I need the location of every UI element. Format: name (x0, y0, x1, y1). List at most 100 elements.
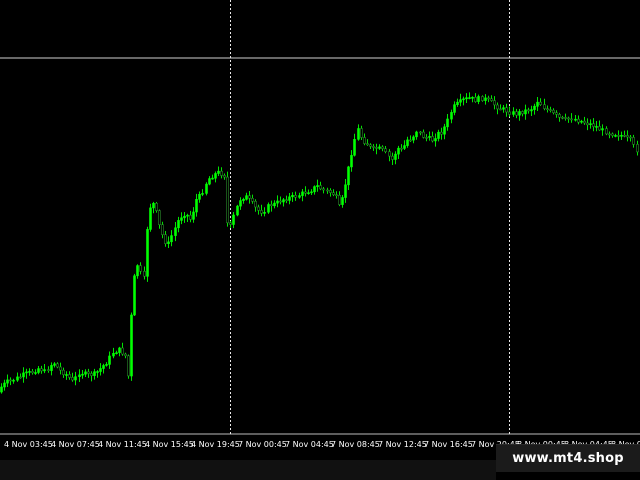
candle-body-bear (549, 109, 552, 111)
x-tick-label: 7 Nov 04:45 (285, 440, 334, 449)
candle-body-bear (366, 143, 369, 146)
candle-body-bear (226, 176, 229, 224)
candle-body-bear (260, 210, 263, 214)
candle-body-bear (586, 122, 589, 126)
x-tick-label: 4 Nov 15:45 (145, 440, 194, 449)
candle-body-bear (496, 104, 499, 110)
candle-body-bear (31, 371, 34, 374)
candle-body-bull (316, 185, 319, 188)
watermark-band: www.mt4.shop (496, 444, 640, 472)
candle-body-bull (28, 371, 31, 373)
candle-body-bear (539, 101, 542, 105)
candle-body-bull (22, 372, 25, 378)
candle-body-bull (152, 203, 155, 209)
candle-body-bull (307, 192, 310, 194)
candle-body-bull (536, 101, 539, 107)
candle-body-bull (167, 241, 170, 244)
candle-body-bull (518, 111, 521, 116)
candle-body-bear (360, 128, 363, 138)
candle-body-bull (146, 229, 149, 277)
candle-body-bull (37, 368, 40, 373)
candle-body-bear (564, 117, 567, 119)
candle-body-bear (431, 136, 434, 142)
candle-body-bull (170, 235, 173, 243)
candle-body-bull (115, 352, 118, 355)
candle-body-bear (59, 366, 62, 371)
candle-body-bear (338, 195, 341, 205)
candle-body-bear (285, 199, 288, 201)
candle-body-bear (605, 128, 608, 135)
candle-body-bull (465, 97, 468, 100)
candle-body-bull (533, 105, 536, 110)
candle-body-bear (570, 118, 573, 121)
candle-body-bull (245, 195, 248, 200)
candle-body-bear (490, 98, 493, 101)
candle-body-bull (437, 131, 440, 139)
price-chart[interactable]: 4 Nov 03:45 4 Nov 07:45 4 Nov 11:45 4 No… (0, 0, 640, 480)
candle-body-bear (508, 111, 511, 115)
candle-body-bear (257, 206, 260, 211)
candle-body-bear (487, 97, 490, 100)
candle-body-bull (589, 123, 592, 125)
candle-body-bear (543, 104, 546, 109)
candle-body-bull (443, 126, 446, 135)
candle-body-bull (102, 365, 105, 369)
candle-body-bear (161, 224, 164, 235)
x-tick-label: 7 Nov 00:45 (238, 440, 287, 449)
candle-body-bull (601, 128, 604, 131)
candle-body-bull (276, 200, 279, 204)
candle-body-bear (552, 109, 555, 113)
candle-body-bull (282, 199, 285, 203)
candle-body-bull (16, 376, 19, 381)
candle-body-bull (580, 120, 583, 123)
candle-body-bull (192, 211, 195, 220)
candle-body-bull (208, 178, 211, 185)
candle-body-bear (139, 265, 142, 272)
candle-body-bear (121, 347, 124, 355)
candle-body-bear (400, 147, 403, 150)
candle-body-bull (149, 207, 152, 230)
candle-body-bull (34, 372, 37, 374)
candle-body-bear (279, 200, 282, 203)
candle-body-bear (369, 144, 372, 147)
candle-body-bull (428, 136, 431, 138)
x-tick-label: 4 Nov 19:45 (191, 440, 240, 449)
candle-body-bear (229, 222, 232, 225)
candle-body-bull (74, 376, 77, 381)
candle-body-bear (87, 371, 90, 374)
candle-body-bull (291, 195, 294, 198)
candle-body-bear (422, 131, 425, 138)
candle-body-bull (43, 369, 46, 372)
candle-body-bear (617, 135, 620, 137)
candle-body-bear (558, 114, 561, 118)
candle-body-bull (453, 104, 456, 113)
candle-body-bull (267, 204, 270, 213)
candle-body-bear (546, 108, 549, 110)
x-tick-label: 4 Nov 11:45 (98, 440, 147, 449)
candle-body-bear (124, 353, 127, 357)
candle-body-bear (56, 363, 59, 368)
candle-body-bull (512, 111, 515, 115)
candle-body-bull (53, 363, 56, 366)
x-tick-label: 7 Nov 16:45 (424, 440, 473, 449)
candle-body-bear (143, 270, 146, 277)
candle-body-bull (105, 364, 108, 366)
candle-body-bull (130, 314, 133, 377)
candle-body-bear (372, 146, 375, 148)
candle-body-bull (186, 214, 189, 217)
candle-body-bull (397, 147, 400, 155)
candle-body-bull (174, 227, 177, 236)
candle-body-bull (502, 107, 505, 110)
candle-body-bear (608, 133, 611, 136)
candle-body-bull (620, 135, 623, 137)
candle-body-bull (99, 368, 102, 372)
chart-canvas[interactable]: 4 Nov 03:45 4 Nov 07:45 4 Nov 11:45 4 No… (0, 0, 640, 480)
candle-body-bear (419, 131, 422, 134)
candle-body-bull (341, 197, 344, 205)
candle-body-bull (180, 217, 183, 221)
candle-body-bull (415, 131, 418, 138)
candle-body-bull (214, 173, 217, 179)
candle-body-bull (236, 205, 239, 216)
candle-body-bull (0, 386, 3, 393)
candle-body-bear (474, 97, 477, 102)
